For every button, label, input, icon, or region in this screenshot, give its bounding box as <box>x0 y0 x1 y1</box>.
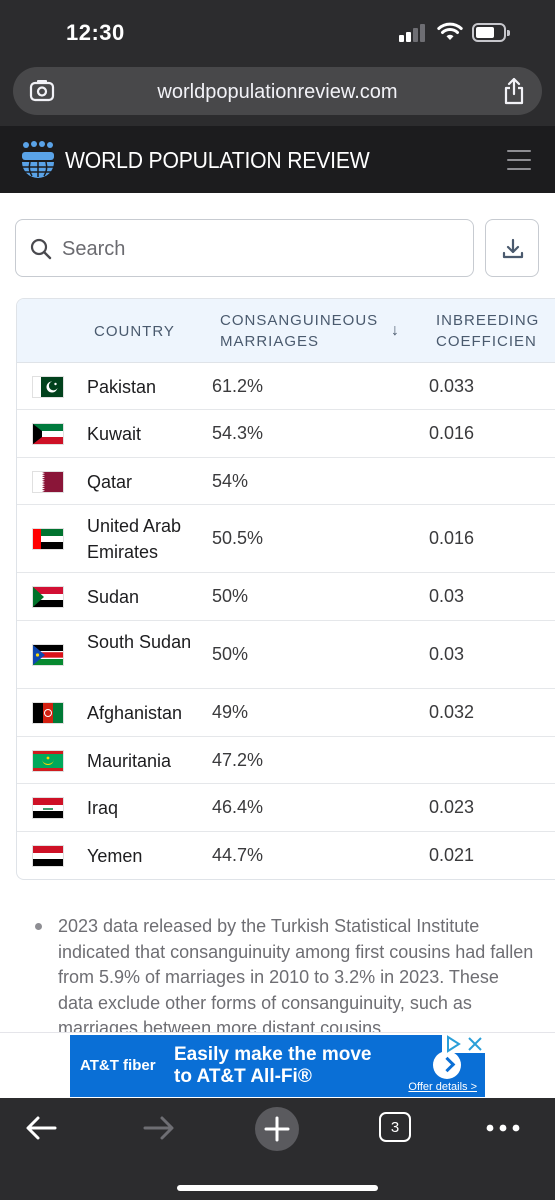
consanguineous-value: 54% <box>212 470 249 491</box>
table-header: COUNTRY CONSANGUINEOUS MARRIAGES ↓ INBRE… <box>17 299 555 363</box>
country-name[interactable]: Sudan <box>87 584 199 610</box>
ad-choices-close[interactable] <box>442 1035 485 1053</box>
iraq-flag-icon <box>33 798 63 818</box>
url-field[interactable]: worldpopulationreview.com <box>13 67 542 115</box>
ad-arrow-icon[interactable] <box>433 1051 461 1079</box>
ad-choices-icon[interactable] <box>444 1035 464 1053</box>
data-table: COUNTRY CONSANGUINEOUS MARRIAGES ↓ INBRE… <box>16 298 555 880</box>
yemen-flag-icon <box>33 846 63 866</box>
country-name[interactable]: Iraq <box>87 795 199 821</box>
sort-descending-icon[interactable]: ↓ <box>391 322 399 340</box>
header-label-line: INBREEDING <box>436 312 540 329</box>
close-icon[interactable] <box>466 1035 484 1053</box>
consanguineous-value: 61.2% <box>212 375 264 396</box>
south-sudan-flag-icon <box>33 645 63 665</box>
inbreeding-value: 0.033 <box>429 375 475 396</box>
header-label-line: CONSANGUINEOUS <box>220 312 379 329</box>
table-row[interactable]: United Arab Emirates 50.5% 0.016 <box>17 505 555 573</box>
forward-arrow-icon[interactable] <box>142 1114 176 1142</box>
sudan-flag-icon <box>33 587 63 607</box>
consanguineous-value: 50.5% <box>212 528 264 548</box>
globe-people-logo-icon[interactable] <box>20 140 56 178</box>
att-advertisement[interactable]: AT&T fiber Easily make the move to AT&T … <box>70 1035 485 1097</box>
inbreeding-value: 0.03 <box>429 644 465 664</box>
country-name[interactable]: Mauritania <box>87 748 199 774</box>
table-row[interactable]: South Sudan 50% 0.03 <box>17 621 555 689</box>
table-row[interactable]: Mauritania 47.2% <box>17 737 555 784</box>
column-header-consanguineous[interactable]: CONSANGUINEOUS MARRIAGES <box>220 310 378 352</box>
pakistan-flag-icon <box>33 376 63 397</box>
cellular-signal-icon <box>399 24 429 42</box>
kuwait-flag-icon <box>33 424 63 444</box>
mauritania-flag-icon <box>33 750 63 771</box>
battery-icon <box>472 23 510 42</box>
country-name[interactable]: Afghanistan <box>87 700 199 726</box>
home-indicator <box>177 1185 378 1191</box>
download-icon <box>502 238 524 259</box>
tab-count: 3 <box>390 1119 400 1136</box>
download-button[interactable] <box>485 219 539 277</box>
uae-flag-icon <box>33 529 63 549</box>
table-row[interactable]: Qatar 54% <box>17 458 555 505</box>
qatar-flag-icon <box>33 471 63 492</box>
table-row[interactable]: Afghanistan 49% 0.032 <box>17 689 555 737</box>
inbreeding-value: 0.032 <box>429 702 475 722</box>
country-name[interactable]: Yemen <box>87 843 199 869</box>
country-name[interactable]: Pakistan <box>87 374 199 400</box>
consanguineous-value: 49% <box>212 702 249 722</box>
hamburger-menu-icon[interactable] <box>507 150 531 170</box>
inbreeding-value: 0.03 <box>429 586 465 606</box>
inbreeding-value: 0.016 <box>429 528 475 548</box>
country-name[interactable]: South Sudan <box>87 629 199 655</box>
consanguineous-value: 54.3% <box>212 423 264 443</box>
ad-headline-line: to AT&T All-Fi® <box>174 1066 312 1087</box>
share-icon[interactable] <box>502 77 526 105</box>
browser-address-bar: worldpopulationreview.com <box>0 62 555 126</box>
table-row[interactable]: Pakistan 61.2% 0.033 <box>17 363 555 410</box>
status-bar: 12:30 <box>0 0 555 62</box>
wifi-icon <box>437 22 463 40</box>
offer-details-link[interactable]: Offer details > <box>408 1081 477 1093</box>
site-brand[interactable]: WORLD POPULATION REVIEW <box>65 147 370 174</box>
table-row[interactable]: Iraq 46.4% 0.023 <box>17 784 555 832</box>
country-name[interactable]: United Arab Emirates <box>87 513 199 565</box>
data-note: 2023 data released by the Turkish Statis… <box>58 916 534 1038</box>
inbreeding-value: 0.021 <box>429 845 475 865</box>
table-row[interactable]: Kuwait 54.3% 0.016 <box>17 410 555 458</box>
table-row[interactable]: Yemen 44.7% 0.021 <box>17 832 555 879</box>
ad-headline: Easily make the move to AT&T All-Fi® <box>174 1044 372 1088</box>
search-input[interactable]: Search <box>15 219 474 277</box>
column-header-inbreeding[interactable]: INBREEDING COEFFICIEN <box>436 310 539 352</box>
back-arrow-icon[interactable] <box>24 1114 58 1142</box>
consanguineous-value: 50% <box>212 586 249 606</box>
consanguineous-value: 50% <box>212 644 249 664</box>
inbreeding-value: 0.023 <box>429 797 475 817</box>
clock: 12:30 <box>66 20 125 45</box>
afghanistan-flag-icon <box>33 703 63 723</box>
header-label-line: COEFFICIEN <box>436 333 537 350</box>
ad-headline-line: Easily make the move <box>174 1044 372 1065</box>
search-icon <box>30 238 52 260</box>
country-name[interactable]: Kuwait <box>87 421 199 447</box>
tabs-button[interactable]: 3 <box>379 1112 411 1142</box>
site-header: WORLD POPULATION REVIEW <box>0 126 555 193</box>
table-row[interactable]: Sudan 50% 0.03 <box>17 573 555 621</box>
header-label-line: MARRIAGES <box>220 333 320 350</box>
new-tab-plus-icon[interactable] <box>254 1106 300 1152</box>
search-placeholder: Search <box>62 238 126 260</box>
bullet-point <box>35 923 42 930</box>
url-text: worldpopulationreview.com <box>157 81 398 103</box>
more-options-icon[interactable] <box>486 1124 520 1132</box>
consanguineous-value: 47.2% <box>212 749 264 770</box>
consanguineous-value: 44.7% <box>212 845 264 865</box>
country-name[interactable]: Qatar <box>87 469 199 495</box>
column-header-country[interactable]: COUNTRY <box>94 321 175 342</box>
inbreeding-value: 0.016 <box>429 423 475 443</box>
ad-brand: AT&T fiber <box>80 1057 156 1074</box>
consanguineous-value: 46.4% <box>212 797 264 817</box>
